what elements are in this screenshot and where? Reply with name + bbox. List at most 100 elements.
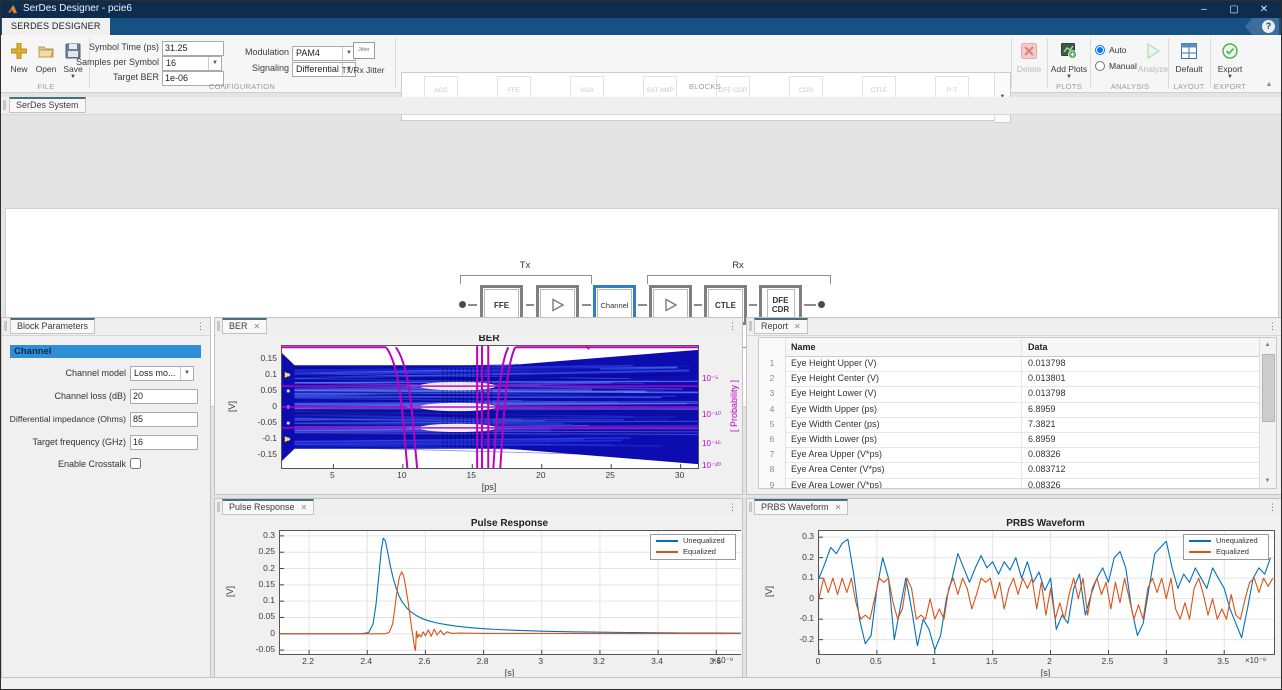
pulse-response-chart: Pulse Response 2.2 2.4 2.6 2.8 3 3.2 3.4 3.6 0.3 0… (216, 516, 741, 677)
maximize-button[interactable]: ▢ (1219, 1, 1249, 18)
signaling-label: Signaling (251, 63, 289, 73)
new-plus-icon (11, 43, 27, 59)
x-tick-label: 25 (605, 470, 615, 480)
close-button[interactable]: ✕ (1249, 1, 1279, 18)
panel-menu-kebab-icon[interactable]: ⋮ (1268, 320, 1277, 333)
manual-radio[interactable]: Manual (1095, 61, 1143, 75)
legend-line-sample (1189, 540, 1211, 542)
report-tabrow: Report ✕ ⋮ (747, 318, 1281, 336)
chart-title: BER (478, 335, 500, 344)
column-header-data[interactable]: Data (1022, 338, 1262, 356)
row-name-cell: Eye Width Upper (ps) (785, 401, 1022, 417)
panel-grip[interactable] (217, 502, 220, 512)
table-row[interactable]: 7 Eye Area Upper (V*ps) 0.08326 (759, 447, 1262, 464)
x-tick-label: 0.5 (869, 656, 882, 666)
x-tick-label: 2.4 (360, 656, 373, 666)
tx-rx-jitter-button[interactable]: Jitter Tx/Rx Jitter (337, 41, 389, 83)
close-tab-icon[interactable]: ✕ (794, 322, 801, 331)
differential-impedance-label: Differential impedance (Ohms) (9, 414, 126, 424)
layout-section-label: LAYOUT (1173, 82, 1205, 91)
section-divider (1011, 38, 1012, 88)
input-terminal-dot (459, 301, 466, 308)
y-tick-label: 0.3 (802, 531, 814, 542)
table-row[interactable]: 2 Eye Height Center (V) 0.013801 (759, 371, 1262, 388)
table-row[interactable]: 9 Eye Area Lower (V*ps) 0.08326 (759, 477, 1262, 488)
export-caret[interactable]: ▼ (1213, 74, 1247, 80)
x-tick-label: 2 (1047, 656, 1052, 666)
row-data-cell: 6.8959 (1028, 434, 1056, 444)
tab-pulse-response[interactable]: Pulse Response ✕ (222, 499, 315, 515)
scrollbar-thumb[interactable] (1262, 354, 1275, 422)
tab-block-parameters[interactable]: Block Parameters (10, 318, 96, 334)
section-divider (1210, 38, 1211, 88)
table-row[interactable]: 4 Eye Width Upper (ps) 6.8959 (759, 401, 1262, 418)
add-plots-caret[interactable]: ▼ (1050, 74, 1088, 80)
table-row[interactable]: 3 Eye Height Lower (V) 0.013798 (759, 386, 1262, 403)
default-layout-button[interactable]: Default (1171, 43, 1207, 74)
y-tick-label: -0.05 (255, 644, 275, 655)
panel-grip[interactable] (3, 100, 6, 110)
pulse-response-panel: Pulse Response ✕ ⋮ Pulse Response 2.2 2.4 2.… (214, 498, 743, 679)
auto-radio[interactable]: Auto (1095, 45, 1139, 59)
row-number: 2 (759, 371, 786, 387)
help-button[interactable]: ? (1262, 20, 1275, 33)
close-tab-icon[interactable]: ✕ (301, 503, 308, 512)
section-divider (1047, 38, 1048, 88)
x-tick-label: 0 (815, 656, 821, 666)
tab-prbs-waveform[interactable]: PRBS Waveform ✕ (754, 499, 849, 515)
x-tick-label: 1 (931, 656, 937, 666)
x-tick-label: 30 (674, 470, 685, 480)
analysis-section-label: ANALYSIS (1110, 82, 1150, 91)
new-button[interactable]: New (7, 43, 31, 74)
enable-crosstalk-checkbox[interactable] (130, 458, 141, 469)
tab-ber[interactable]: BER ✕ (222, 318, 268, 334)
panel-menu-kebab-icon[interactable]: ⋮ (728, 320, 737, 333)
x-tick-label: 2.2 (302, 656, 314, 666)
column-header-name[interactable]: Name (785, 338, 1022, 356)
panel-grip[interactable] (4, 321, 7, 331)
output-terminal-dot (818, 301, 825, 308)
scroll-down-icon[interactable]: ▼ (1260, 474, 1275, 488)
section-divider (395, 38, 396, 88)
y-axis-label: [V] (764, 586, 774, 598)
collapse-ribbon-icon[interactable]: ▲ (1263, 81, 1275, 89)
panel-grip[interactable] (217, 321, 220, 331)
analyze-play-icon (1147, 43, 1161, 59)
y-axis-label: [V] (227, 400, 237, 412)
open-button[interactable]: Open (33, 43, 59, 74)
panel-grip[interactable] (749, 321, 752, 331)
minimize-button[interactable]: – (1189, 1, 1219, 18)
add-plots-button[interactable]: Add Plots ▼ (1050, 43, 1088, 83)
close-tab-icon[interactable]: ✕ (254, 322, 261, 331)
x-tick-label: 2.5 (1101, 656, 1114, 666)
x-tick-label: 2.8 (476, 656, 489, 666)
plot-series-layer (282, 344, 699, 472)
chart-title: Pulse Response (470, 518, 549, 529)
tab-report[interactable]: Report ✕ (754, 318, 808, 334)
tab-serdes-designer[interactable]: SERDES DESIGNER (2, 18, 110, 35)
panel-menu-kebab-icon[interactable]: ⋮ (196, 320, 205, 333)
symbol-time-input[interactable] (162, 41, 224, 56)
pulse-tabrow: Pulse Response ✕ ⋮ (215, 499, 742, 517)
table-row[interactable]: 5 Eye Width Center (ps) 7.3821 (759, 416, 1262, 433)
panel-menu-kebab-icon[interactable]: ⋮ (728, 501, 737, 514)
table-row[interactable]: 1 Eye Height Upper (V) 0.013798 (759, 356, 1262, 373)
export-button[interactable]: Export ▼ (1213, 43, 1247, 83)
panel-menu-kebab-icon[interactable]: ⋮ (1268, 501, 1277, 514)
target-frequency-input[interactable] (130, 435, 198, 450)
channel-model-dropdown[interactable]: Loss mo... ▼ (130, 366, 194, 381)
tab-serdes-system[interactable]: SerDes System (9, 97, 86, 113)
delete-x-icon (1021, 43, 1037, 59)
close-tab-icon[interactable]: ✕ (835, 503, 842, 512)
report-scrollbar[interactable]: ▲ ▼ (1259, 338, 1276, 488)
x-axis-exponent: ×10⁻⁹ (712, 656, 734, 665)
wire (582, 304, 591, 306)
scroll-up-icon[interactable]: ▲ (1260, 338, 1275, 352)
samples-per-symbol-dropdown[interactable]: 16 ▼ (162, 56, 222, 71)
panel-grip[interactable] (749, 502, 752, 512)
table-row[interactable]: 6 Eye Width Lower (ps) 6.8959 (759, 432, 1262, 449)
differential-impedance-input[interactable] (130, 412, 198, 427)
channel-loss-input[interactable] (130, 389, 198, 404)
y-tick-label: 0 (270, 627, 275, 638)
table-row[interactable]: 8 Eye Area Center (V*ps) 0.083712 (759, 462, 1262, 479)
